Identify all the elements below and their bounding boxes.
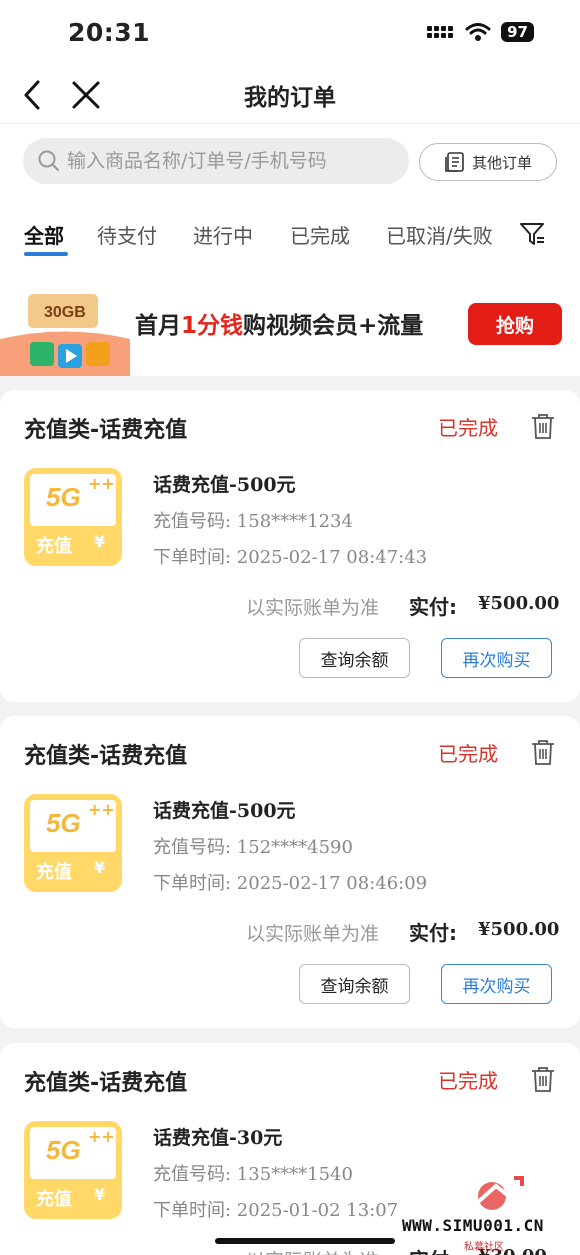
status-bar: 20:31 97 bbox=[0, 0, 580, 66]
document-list-icon bbox=[445, 152, 464, 172]
banner-badge: 30GB bbox=[44, 304, 86, 321]
check-balance-button[interactable]: 查询余额 bbox=[299, 964, 410, 1004]
watermark-logo bbox=[476, 1176, 524, 1210]
search-input[interactable] bbox=[67, 150, 387, 172]
recharge-number: 充值号码: 135****1540 bbox=[153, 1164, 353, 1185]
bill-note: 以实际账单为准 bbox=[246, 923, 380, 945]
rush-buy-button[interactable]: 抢购 bbox=[468, 303, 562, 345]
order-time: 下单时间: 2025-01-02 13:07 bbox=[153, 1200, 399, 1221]
filter-icon[interactable] bbox=[518, 220, 546, 248]
product-name: 话费充值-500元 bbox=[153, 800, 296, 822]
order-card[interactable]: 充值类-话费充值 已完成 5G ++ 充值 ¥ 话费充值-500元 充值号码: … bbox=[0, 716, 580, 1028]
order-category: 充值类-话费充值 bbox=[24, 418, 188, 443]
search-box[interactable] bbox=[23, 138, 409, 184]
wifi-icon bbox=[465, 23, 491, 41]
other-orders-button[interactable]: 其他订单 bbox=[419, 143, 557, 181]
order-status: 已完成 bbox=[438, 742, 498, 766]
video-member-promo-image: 30GB bbox=[0, 294, 130, 376]
paid-label: 实付: bbox=[409, 921, 457, 945]
paid-amount: ¥500.00 bbox=[478, 593, 560, 614]
recharge-number: 充值号码: 158****1234 bbox=[153, 511, 353, 532]
trash-icon[interactable] bbox=[530, 738, 556, 766]
tab-all[interactable]: 全部 bbox=[24, 220, 64, 249]
tab-completed[interactable]: 已完成 bbox=[290, 220, 350, 249]
product-thumbnail: 5G ++ 充值 ¥ bbox=[24, 468, 122, 566]
order-status: 已完成 bbox=[438, 1069, 498, 1093]
order-tabs: 全部 待支付 进行中 已完成 已取消/失败 bbox=[0, 200, 580, 266]
active-tab-underline bbox=[24, 252, 68, 256]
product-thumbnail: 5G ++ 充值 ¥ bbox=[24, 794, 122, 892]
home-indicator bbox=[215, 1238, 395, 1244]
tab-pending-payment[interactable]: 待支付 bbox=[97, 220, 157, 249]
product-name: 话费充值-500元 bbox=[153, 474, 296, 496]
status-time: 20:31 bbox=[68, 18, 151, 47]
banner-text: 首月1分钱购视频会员+流量 bbox=[135, 313, 424, 339]
paid-label: 实付: bbox=[409, 595, 457, 619]
tab-in-progress[interactable]: 进行中 bbox=[193, 220, 253, 249]
watermark: WWW.SIMU001.CN 私募社区 bbox=[402, 1172, 580, 1255]
tab-cancelled-failed[interactable]: 已取消/失败 bbox=[386, 220, 493, 249]
recharge-number: 充值号码: 152****4590 bbox=[153, 837, 353, 858]
watermark-subtext: 私募社区 bbox=[464, 1242, 504, 1253]
check-balance-button[interactable]: 查询余额 bbox=[299, 638, 410, 678]
battery-indicator: 97 bbox=[501, 22, 534, 42]
bill-note: 以实际账单为准 bbox=[246, 597, 380, 619]
search-row: 其他订单 bbox=[0, 124, 580, 200]
buy-again-button[interactable]: 再次购买 bbox=[441, 964, 552, 1004]
other-orders-label: 其他订单 bbox=[471, 153, 532, 172]
order-card[interactable]: 充值类-话费充值 已完成 5G ++ 充值 ¥ 话费充值-500元 充值号码: … bbox=[0, 390, 580, 702]
trash-icon[interactable] bbox=[530, 1065, 556, 1093]
product-name: 话费充值-30元 bbox=[153, 1127, 283, 1149]
promo-banner[interactable]: 30GB 首月1分钱购视频会员+流量 抢购 bbox=[0, 266, 580, 376]
buy-again-button[interactable]: 再次购买 bbox=[441, 638, 552, 678]
order-category: 充值类-话费充值 bbox=[24, 1071, 188, 1096]
trash-icon[interactable] bbox=[530, 412, 556, 440]
order-category: 充值类-话费充值 bbox=[24, 744, 188, 769]
order-status: 已完成 bbox=[438, 416, 498, 440]
page-title: 我的订单 bbox=[244, 85, 336, 111]
order-time: 下单时间: 2025-02-17 08:47:43 bbox=[153, 547, 428, 568]
status-icons: 97 bbox=[427, 22, 534, 42]
order-time: 下单时间: 2025-02-17 08:46:09 bbox=[153, 873, 428, 894]
bill-note: 以实际账单为准 bbox=[246, 1246, 379, 1255]
signal-icon bbox=[427, 26, 455, 38]
paid-amount: ¥500.00 bbox=[478, 919, 560, 940]
search-icon bbox=[38, 150, 59, 171]
nav-bar: 我的订单 bbox=[0, 66, 580, 124]
product-thumbnail: 5G ++ 充值 ¥ bbox=[24, 1121, 122, 1219]
watermark-text: WWW.SIMU001.CN bbox=[402, 1216, 544, 1235]
